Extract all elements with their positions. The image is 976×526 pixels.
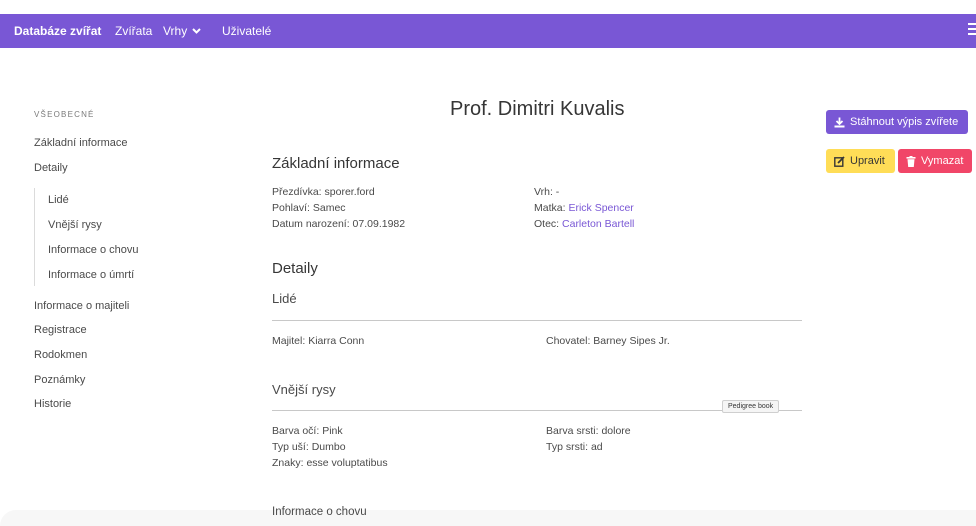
hamburger-menu-icon[interactable] [968, 23, 976, 38]
coat-type-label: Typ srsti: [546, 441, 589, 453]
eye-color-label: Barva očí: [272, 425, 320, 437]
marks-row: Znaky: esse voluptatibus [272, 457, 388, 469]
marks-value: esse voluptatibus [306, 457, 388, 469]
nav-animals-label: Zvířata [115, 24, 153, 38]
father-label: Otec: [534, 218, 560, 230]
sex-row: Pohlaví: Samec [272, 202, 346, 214]
mother-row: Matka: Erick Spencer [534, 202, 634, 214]
litter-value: - [555, 186, 560, 198]
coat-type-row: Typ srsti: ad [546, 441, 603, 453]
owner-row: Majitel: Kiarra Conn [272, 335, 364, 347]
edit-icon [834, 155, 845, 167]
download-icon [834, 117, 845, 127]
litter-label: Vrh: [534, 186, 553, 198]
details-heading: Detaily [272, 260, 318, 277]
breeder-row: Chovatel: Barney Sipes Jr. [546, 335, 670, 347]
brand-link[interactable]: Databáze zvířat [14, 24, 101, 38]
ear-type-value: Dumbo [311, 441, 346, 453]
sidebar-item-appearance[interactable]: Vnější rysy [48, 219, 102, 231]
people-heading: Lidé [272, 291, 297, 306]
top-navbar: Databáze zvířat Zvířata Vrhy Uživatelé [0, 14, 976, 48]
delete-button-label: Vymazat [921, 155, 964, 167]
sidebar-item-people[interactable]: Lidé [48, 194, 69, 206]
pedigree-tooltip: Pedigree book [722, 400, 780, 413]
download-button[interactable]: Stáhnout výpis zvířete [826, 110, 968, 134]
sidebar-item-registration[interactable]: Registrace [34, 324, 87, 336]
father-row: Otec: Carleton Bartell [534, 218, 634, 230]
nav-litters-dropdown[interactable]: Vrhy [163, 24, 201, 38]
birth-label: Datum narození: [272, 218, 350, 230]
people-divider [272, 320, 802, 321]
sidebar-item-notes[interactable]: Poznámky [34, 374, 85, 386]
mother-label: Matka: [534, 202, 566, 214]
nickname-value: sporer.ford [324, 186, 375, 198]
coat-type-value: ad [590, 441, 603, 453]
delete-button[interactable]: Vymazat [898, 149, 972, 173]
sex-label: Pohlaví: [272, 202, 310, 214]
sidebar-item-owner[interactable]: Informace o majiteli [34, 300, 129, 312]
sidebar-item-breeding[interactable]: Informace o chovu [48, 244, 139, 256]
coat-color-value: dolore [601, 425, 631, 437]
father-link[interactable]: Carleton Bartell [562, 218, 634, 230]
nav-animals[interactable]: Zvířata [115, 24, 152, 38]
nav-users[interactable]: Uživatelé [222, 24, 271, 38]
nickname-row: Přezdívka: sporer.ford [272, 186, 375, 198]
chevron-down-icon [192, 28, 201, 34]
sidebar-item-history[interactable]: Historie [34, 398, 71, 410]
sidebar-item-details[interactable]: Detaily [34, 162, 68, 174]
sidebar-section-label: VŠEOBECNÉ [34, 110, 95, 119]
eye-color-value: Pink [322, 425, 343, 437]
submenu-divider [34, 188, 35, 286]
trash-icon [906, 155, 916, 167]
sidebar-item-pedigree[interactable]: Rodokmen [34, 349, 87, 361]
breeding-heading: Informace o chovu [272, 506, 367, 518]
appearance-heading: Vnější rysy [272, 382, 336, 397]
coat-color-label: Barva srsti: [546, 425, 599, 437]
bottom-panel [0, 510, 976, 526]
edit-button[interactable]: Upravit [826, 149, 895, 173]
birth-value: 07.09.1982 [352, 218, 406, 230]
birth-row: Datum narození: 07.09.1982 [272, 218, 405, 230]
mother-link[interactable]: Erick Spencer [568, 202, 633, 214]
owner-label: Majitel: [272, 335, 306, 347]
nav-users-label: Uživatelé [222, 24, 272, 38]
marks-label: Znaky: [272, 457, 304, 469]
edit-button-label: Upravit [850, 155, 885, 167]
breeder-value: Barney Sipes Jr. [593, 335, 670, 347]
sex-value: Samec [312, 202, 346, 214]
sidebar-item-basic-info[interactable]: Základní informace [34, 137, 128, 149]
owner-value: Kiarra Conn [308, 335, 365, 347]
basic-info-heading: Základní informace [272, 155, 400, 172]
ear-type-label: Typ uší: [272, 441, 309, 453]
litter-row: Vrh: - [534, 186, 559, 198]
download-button-label: Stáhnout výpis zvířete [850, 116, 959, 128]
breeder-label: Chovatel: [546, 335, 591, 347]
nickname-label: Přezdívka: [272, 186, 322, 198]
page-title: Prof. Dimitri Kuvalis [450, 98, 625, 120]
sidebar-item-death[interactable]: Informace o úmrtí [48, 269, 134, 281]
nav-litters-label: Vrhy [163, 24, 188, 38]
coat-color-row: Barva srsti: dolore [546, 425, 631, 437]
ear-type-row: Typ uší: Dumbo [272, 441, 346, 453]
eye-color-row: Barva očí: Pink [272, 425, 343, 437]
